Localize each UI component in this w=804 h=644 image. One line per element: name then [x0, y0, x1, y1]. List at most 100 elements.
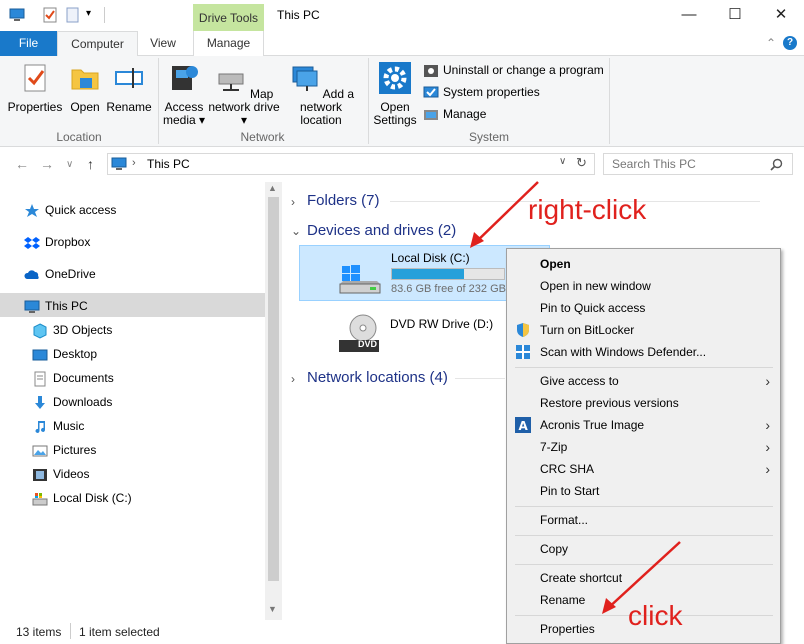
- menu-separator: [515, 506, 773, 507]
- dvd-drive-name: DVD RW Drive (D:): [390, 317, 494, 331]
- rename-icon: [115, 68, 143, 88]
- menu-item-crc-sha[interactable]: CRC SHA ›: [507, 458, 780, 480]
- refresh-icon[interactable]: ↻: [576, 155, 587, 171]
- nav-item-this-pc[interactable]: This PC: [24, 295, 88, 317]
- back-arrow-icon[interactable]: ←: [15, 156, 29, 172]
- maximize-button[interactable]: ☐: [712, 0, 758, 30]
- menu-item-defender[interactable]: Scan with Windows Defender...: [507, 341, 780, 363]
- tab-computer[interactable]: Computer: [57, 31, 138, 57]
- tab-manage[interactable]: Manage: [193, 31, 264, 56]
- menu-item-pin-quick-access[interactable]: Pin to Quick access: [507, 297, 780, 319]
- manage-button[interactable]: Manage: [423, 104, 486, 124]
- nav-item-downloads[interactable]: Downloads: [32, 391, 112, 413]
- menu-item-restore[interactable]: Restore previous versions: [507, 392, 780, 414]
- menu-item-format[interactable]: Format...: [507, 509, 780, 531]
- recent-locations-icon[interactable]: ∨: [66, 159, 73, 170]
- open-label: Open: [70, 100, 100, 114]
- section-devices[interactable]: Devices and drives (2): [307, 222, 456, 239]
- add-network-location-button[interactable]: Add a network location: [282, 62, 360, 127]
- properties-quick-icon[interactable]: [42, 7, 58, 23]
- nav-item-onedrive[interactable]: OneDrive: [24, 263, 96, 285]
- rename-label: Rename: [106, 100, 152, 114]
- tab-file[interactable]: File: [0, 31, 57, 56]
- open-settings-label: Open Settings: [373, 100, 417, 127]
- group-location-label: Location: [56, 130, 102, 144]
- properties-button[interactable]: Properties: [6, 62, 64, 114]
- menu-label: Pin to Quick access: [540, 301, 646, 315]
- devices-collapse-icon[interactable]: ⌄: [291, 224, 301, 238]
- access-media-label: Access media ▾: [162, 100, 206, 127]
- breadcrumb-chevron-icon[interactable]: ›: [132, 157, 136, 169]
- scroll-up-icon[interactable]: ▲: [268, 183, 277, 193]
- menu-item-bitlocker[interactable]: Turn on BitLocker: [507, 319, 780, 341]
- uninstall-program-button[interactable]: Uninstall or change a program: [423, 60, 604, 80]
- address-bar[interactable]: › This PC ∨ ↻: [107, 153, 595, 175]
- shield-icon: [517, 323, 529, 337]
- new-folder-quick-icon[interactable]: [65, 7, 81, 23]
- open-settings-button[interactable]: Open Settings: [372, 62, 418, 127]
- section-folders[interactable]: Folders (7): [307, 192, 380, 209]
- collapse-ribbon-icon[interactable]: ⌃: [766, 31, 776, 56]
- properties-icon: [24, 64, 46, 92]
- up-arrow-icon[interactable]: ↑: [87, 156, 94, 172]
- system-properties-label: System properties: [443, 85, 540, 99]
- group-system-label: System: [468, 130, 509, 144]
- access-media-button[interactable]: Access media ▾: [162, 62, 206, 127]
- title-bar: ▾ Drive Tools This PC — ☐ ✕: [0, 0, 804, 32]
- nav-item-pictures[interactable]: Pictures: [32, 439, 96, 461]
- nav-scrollbar-thumb[interactable]: [268, 197, 279, 581]
- ribbon-tab-row: File Computer View Manage: [0, 31, 804, 57]
- documents-icon: [34, 371, 46, 387]
- nav-item-3d-objects[interactable]: 3D Objects: [32, 319, 112, 341]
- menu-label: Give access to: [540, 374, 619, 388]
- menu-item-give-access[interactable]: Give access to ›: [507, 370, 780, 392]
- nav-item-videos[interactable]: Videos: [32, 463, 89, 485]
- search-box[interactable]: Search This PC: [603, 153, 793, 175]
- search-icon[interactable]: [770, 158, 783, 171]
- menu-item-open-new-window[interactable]: Open in new window: [507, 275, 780, 297]
- menu-item-acronis[interactable]: A Acronis True Image ›: [507, 414, 780, 436]
- nav-item-local-disk[interactable]: Local Disk (C:): [32, 487, 132, 509]
- network-expand-icon[interactable]: ›: [291, 372, 295, 386]
- folders-expand-icon[interactable]: ›: [291, 195, 295, 209]
- nav-label: 3D Objects: [53, 323, 113, 337]
- scroll-down-icon[interactable]: ▼: [268, 604, 277, 614]
- nav-item-music[interactable]: Music: [32, 415, 84, 437]
- nav-item-documents[interactable]: Documents: [32, 367, 114, 389]
- manage-icon: [424, 109, 438, 120]
- nav-label: Dropbox: [45, 235, 91, 249]
- drive-tools-context-label: Drive Tools: [193, 4, 264, 32]
- minimize-button[interactable]: —: [666, 0, 712, 30]
- map-network-drive-button[interactable]: Map network drive ▾: [208, 62, 280, 127]
- nav-item-dropbox[interactable]: Dropbox: [24, 231, 90, 253]
- breadcrumb-this-pc[interactable]: This PC: [147, 157, 190, 171]
- svg-text:A: A: [519, 419, 529, 433]
- film-strip-icon: [33, 468, 47, 481]
- nav-item-quick-access[interactable]: Quick access: [24, 199, 116, 221]
- onedrive-cloud-icon: [24, 270, 39, 279]
- menu-item-7zip[interactable]: 7-Zip ›: [507, 436, 780, 458]
- address-dropdown-icon[interactable]: ∨: [559, 156, 566, 167]
- menu-item-pin-start[interactable]: Pin to Start: [507, 480, 780, 502]
- window-title: This PC: [277, 8, 320, 22]
- forward-arrow-icon[interactable]: →: [40, 156, 54, 172]
- close-button[interactable]: ✕: [758, 0, 804, 30]
- system-properties-button[interactable]: System properties: [423, 82, 540, 102]
- title-separator: [104, 7, 105, 23]
- customize-quick-access-icon[interactable]: ▾: [86, 8, 91, 19]
- menu-item-open[interactable]: Open: [507, 253, 780, 275]
- menu-label: CRC SHA: [540, 462, 595, 476]
- nav-item-desktop[interactable]: Desktop: [32, 343, 97, 365]
- drive-c-usage-bar: [391, 268, 505, 280]
- open-button[interactable]: Open: [66, 62, 104, 114]
- search-input[interactable]: Search This PC: [612, 157, 696, 171]
- nav-label: Documents: [53, 371, 114, 385]
- menu-label: Open: [540, 257, 571, 271]
- help-icon[interactable]: ?: [783, 36, 797, 50]
- annotation-arrow-click: [602, 541, 681, 614]
- tab-view[interactable]: View: [138, 31, 188, 56]
- menu-label: Rename: [540, 593, 586, 607]
- cube-3d-icon: [33, 323, 47, 339]
- rename-button[interactable]: Rename: [106, 62, 152, 114]
- section-network[interactable]: Network locations (4): [307, 369, 448, 386]
